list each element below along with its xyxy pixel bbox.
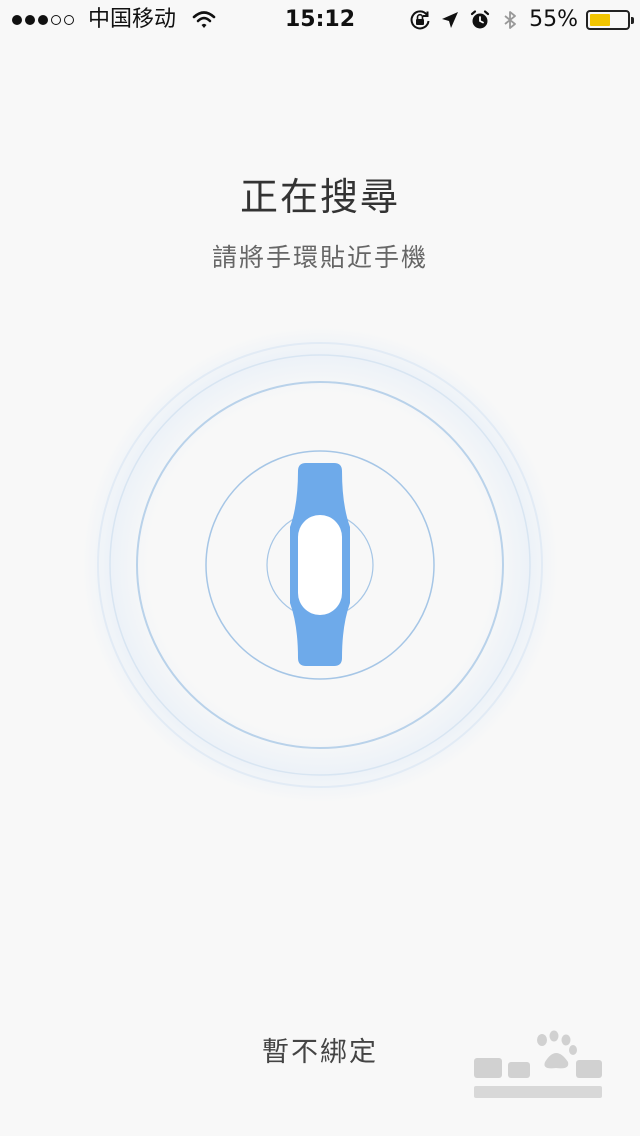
orientation-lock-icon: [410, 10, 430, 30]
searching-animation: [82, 327, 558, 803]
instruction-text: 請將手環貼近手機: [211, 243, 428, 272]
battery-icon: [586, 10, 634, 30]
alarm-icon: [470, 10, 490, 29]
status-bar-right: 55%: [409, 6, 634, 34]
status-bar: 中国移动 15:12 55%: [0, 0, 640, 40]
band-icon: [290, 463, 350, 666]
location-arrow-icon: [442, 12, 459, 28]
battery-percentage: 55%: [529, 7, 578, 32]
search-screen: 中国移动 15:12 55% 正在搜尋 請將手環貼近手機 暫不綁定: [0, 0, 640, 1136]
page-title: 正在搜尋: [239, 175, 400, 219]
battery-level-fill: [590, 14, 610, 26]
bluetooth-icon: [504, 11, 516, 29]
baidu-jingyan-watermark: [474, 1030, 602, 1098]
